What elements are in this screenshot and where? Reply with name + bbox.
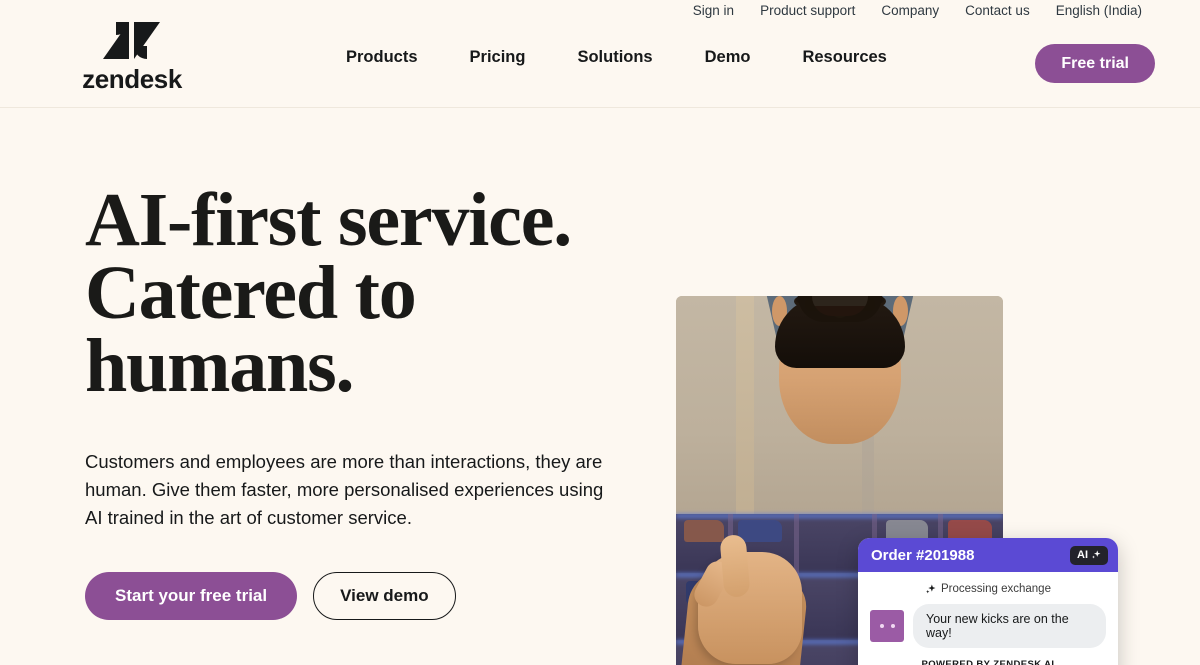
- order-chat-card: Order #201988 AI Processing exchange You…: [858, 538, 1118, 665]
- chat-card-body: Processing exchange Your new kicks are o…: [858, 572, 1118, 665]
- order-number-label: Order #201988: [871, 546, 975, 564]
- hero-cta-row: Start your free trial View demo: [85, 572, 630, 621]
- nav-item-solutions[interactable]: Solutions: [551, 48, 678, 67]
- utility-nav-item-product-support[interactable]: Product support: [760, 0, 855, 22]
- hero-headline-line-3: humans.: [85, 323, 354, 408]
- hero-headline-line-1: AI-first service.: [85, 178, 572, 262]
- nav-item-pricing[interactable]: Pricing: [444, 48, 552, 67]
- hero-headline: AI-first service. Catered to humans.: [85, 178, 630, 408]
- sparkle-icon: [1092, 550, 1101, 559]
- utility-nav-item-company[interactable]: Company: [881, 0, 939, 22]
- hero-section: AI-first service. Catered to humans. Cus…: [0, 108, 1200, 665]
- chat-card-header: Order #201988 AI: [858, 538, 1118, 572]
- zendesk-logo[interactable]: zendesk: [82, 17, 182, 94]
- utility-nav: Sign in Product support Company Contact …: [693, 0, 1142, 22]
- chat-status-row: Processing exchange: [870, 583, 1106, 595]
- nav-item-demo[interactable]: Demo: [679, 48, 777, 67]
- zendesk-wordmark: zendesk: [82, 64, 182, 94]
- view-demo-button[interactable]: View demo: [313, 572, 456, 621]
- start-free-trial-button[interactable]: Start your free trial: [85, 572, 298, 621]
- ai-badge-label: AI: [1077, 549, 1088, 561]
- bot-avatar-icon: [870, 610, 904, 642]
- chat-message-row: Your new kicks are on the way!: [870, 604, 1106, 648]
- utility-nav-item-sign-in[interactable]: Sign in: [693, 0, 734, 22]
- free-trial-button[interactable]: Free trial: [1035, 44, 1155, 83]
- page-root: Sign in Product support Company Contact …: [0, 0, 1200, 665]
- site-header: Sign in Product support Company Contact …: [0, 0, 1200, 108]
- status-sparkle-icon: [926, 583, 936, 593]
- utility-nav-item-contact-us[interactable]: Contact us: [965, 0, 1030, 22]
- nav-item-resources[interactable]: Resources: [776, 48, 912, 67]
- zendesk-z-mark-icon: [103, 22, 160, 59]
- hero-copy-block: AI-first service. Catered to humans. Cus…: [85, 178, 630, 621]
- nav-item-products[interactable]: Products: [320, 48, 444, 67]
- chat-status-label: Processing exchange: [941, 583, 1051, 595]
- powered-by-label: POWERED BY ZENDESK AI: [921, 659, 1055, 665]
- ai-badge: AI: [1070, 545, 1108, 565]
- utility-nav-item-language[interactable]: English (India): [1056, 0, 1142, 22]
- main-nav: Products Pricing Solutions Demo Resource…: [320, 48, 913, 67]
- hero-subcopy: Customers and employees are more than in…: [85, 450, 604, 529]
- hero-headline-line-2: Catered to: [85, 250, 417, 335]
- chat-message-bubble: Your new kicks are on the way!: [913, 604, 1106, 648]
